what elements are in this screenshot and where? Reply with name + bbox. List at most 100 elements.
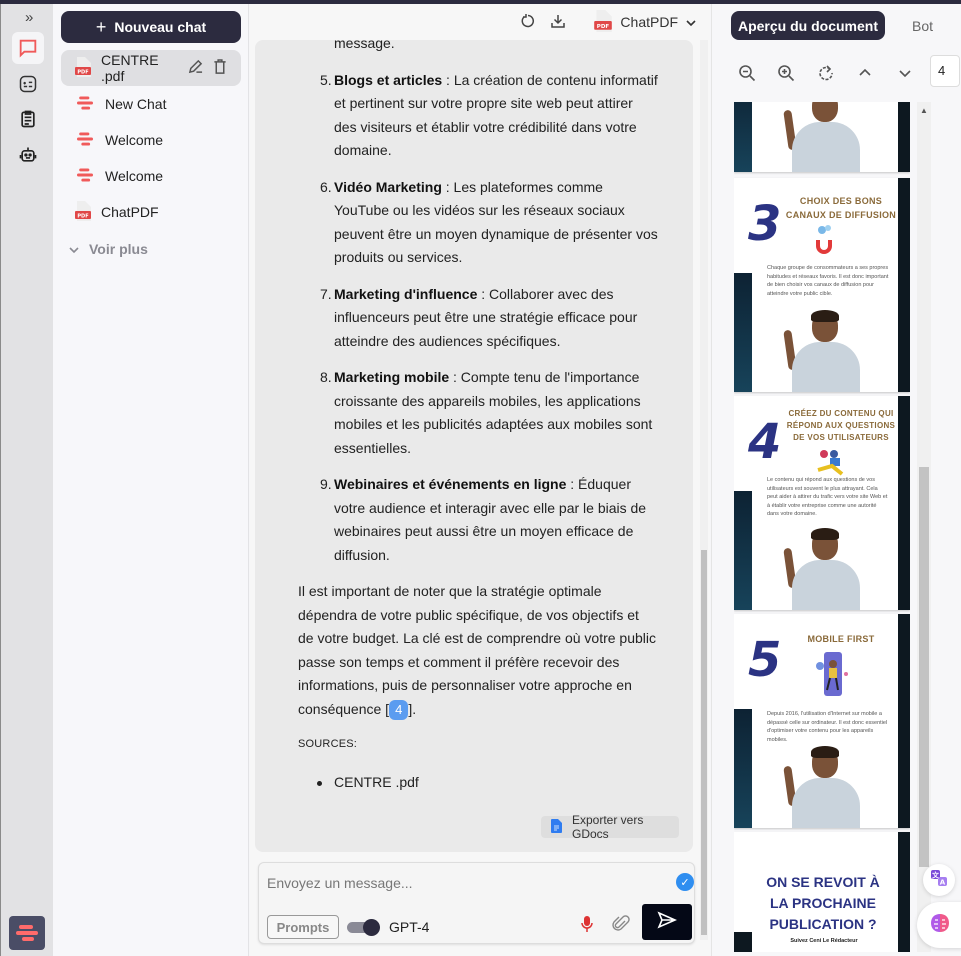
pdf-icon: PDF: [594, 9, 613, 35]
pdf-page[interactable]: ON SE REVOIT À LA PROCHAINE PUBLICATION …: [734, 832, 910, 952]
zoom-out-icon[interactable]: [738, 64, 756, 87]
svg-text:PDF: PDF: [597, 24, 610, 30]
page-section-number: 5: [748, 632, 782, 688]
page-title: ON SE REVOIT À LA PROCHAINE PUBLICATION …: [766, 874, 880, 932]
page-body: Le contenu qui répond aux questions de v…: [767, 477, 888, 517]
prompts-button[interactable]: Prompts: [267, 915, 339, 939]
chat-item-welcome[interactable]: Welcome: [61, 122, 241, 158]
citation-badge[interactable]: 4: [389, 699, 409, 720]
page-number-input[interactable]: 4: [930, 55, 960, 87]
source-item[interactable]: CENTRE .pdf: [298, 771, 658, 795]
message-input[interactable]: [267, 873, 657, 893]
chat-item-label: New Chat: [105, 96, 167, 112]
chat-logo-icon: [75, 95, 95, 114]
mobile-illustration-icon: [814, 650, 850, 703]
scroll-up-arrow[interactable]: ▲: [920, 106, 928, 115]
edit-icon[interactable]: [188, 59, 203, 77]
presenter-image: [780, 528, 870, 610]
list-item: 5. Blogs et articles : La création de con…: [320, 71, 658, 159]
pdf-icon: PDF: [75, 56, 91, 80]
conclusion-paragraph: Il est important de noter que la stratég…: [298, 580, 658, 721]
chevron-down-icon: [686, 14, 696, 30]
brain-icon: [928, 912, 952, 939]
tab-bot[interactable]: Bot: [912, 18, 933, 34]
new-chat-button[interactable]: + Nouveau chat: [61, 11, 241, 43]
assistant-message: message. 5. Blogs et articles : La créati…: [255, 40, 693, 852]
message-fragment: message.: [334, 40, 395, 51]
pdf-icon: PDF: [75, 200, 91, 224]
pdf-page[interactable]: 4 CRÉEZ DU CONTENU QUI RÉPOND AUX QUESTI…: [734, 396, 910, 610]
see-more-label: Voir plus: [89, 241, 148, 257]
svg-text:PDF: PDF: [77, 69, 88, 75]
chat-item-label: Welcome: [105, 168, 164, 184]
chat-main: PDF ChatPDF message. 5. Blogs et articles…: [250, 4, 710, 956]
pdf-pages: 3 CHOIX DES BONS CANAUX DE DIFFUSION Cha…: [734, 102, 910, 952]
tab-document-preview[interactable]: Aperçu du document: [731, 11, 885, 40]
ai-assistant-button[interactable]: [917, 902, 961, 948]
page-body: Suivez Ceni Le Rédacteur: [790, 938, 858, 944]
translate-button[interactable]: 文A: [923, 864, 955, 896]
download-icon[interactable]: [550, 13, 566, 32]
send-button[interactable]: [642, 904, 692, 940]
pdf-page[interactable]: 3 CHOIX DES BONS CANAUX DE DIFFUSION Cha…: [734, 178, 910, 392]
scrollbar-thumb[interactable]: [701, 550, 707, 935]
list-item: 6. Vidéo Marketing : Les plateformes comm…: [320, 178, 658, 266]
presenter-image: [780, 746, 870, 828]
page-section-number: 3: [748, 196, 782, 252]
bot-nav-icon[interactable]: [12, 139, 44, 171]
chat-scrollbar[interactable]: [700, 40, 708, 940]
pdf-page[interactable]: [734, 102, 910, 172]
chat-item-new-chat[interactable]: New Chat: [61, 86, 241, 122]
pdf-toolbar: [712, 64, 961, 84]
svg-text:PDF: PDF: [77, 213, 88, 219]
refresh-icon[interactable]: [520, 13, 536, 32]
svg-text:A: A: [940, 878, 946, 886]
presenter-image: [780, 102, 870, 172]
chat-item-centre-pdf[interactable]: PDF CENTRE .pdf: [61, 50, 241, 86]
chat-item-chatpdf[interactable]: PDF ChatPDF: [61, 194, 241, 230]
chat-item-welcome[interactable]: Welcome: [61, 158, 241, 194]
tools-nav-icon[interactable]: [12, 68, 44, 100]
scrollbar-thumb[interactable]: [919, 467, 929, 867]
page-body: Chaque groupe de consommateurs a ses pro…: [767, 265, 889, 297]
new-chat-label: Nouveau chat: [114, 19, 207, 35]
see-more-button[interactable]: Voir plus: [69, 241, 148, 257]
chat-item-label: CENTRE .pdf: [101, 52, 159, 84]
list-item: 9. Webinaires et événements en ligne : Éd…: [320, 476, 647, 563]
rotate-icon[interactable]: [817, 64, 835, 87]
microphone-icon[interactable]: [580, 915, 594, 938]
gpt4-toggle[interactable]: [347, 919, 381, 936]
plus-icon: +: [95, 16, 107, 37]
icon-rail: »: [0, 4, 53, 956]
document-panel: Aperçu du document Bot 4 3 CHOIX DES BON…: [711, 4, 961, 956]
expand-icon[interactable]: »: [25, 9, 33, 26]
page-title: CRÉEZ DU CONTENU QUI RÉPOND AUX QUESTION…: [786, 409, 896, 442]
export-gdocs-button[interactable]: Exporter vers GDocs: [541, 813, 679, 841]
chevron-up-icon[interactable]: [858, 64, 872, 87]
attach-icon[interactable]: [612, 915, 630, 938]
chat-logo-icon: [75, 167, 95, 186]
gdocs-icon: [551, 818, 562, 836]
model-name: ChatPDF: [620, 14, 678, 30]
message-body: message. 5. Blogs et articles : La créati…: [298, 40, 658, 794]
model-label: GPT-4: [389, 919, 430, 935]
list-item: 7. Marketing d'influence : Collaborer ave…: [320, 285, 638, 349]
app-logo[interactable]: [9, 916, 45, 950]
trash-icon[interactable]: [213, 59, 227, 77]
chat-sidebar: + Nouveau chat PDF CENTRE .pdf New Chat …: [53, 4, 249, 956]
translate-icon: 文A: [930, 869, 948, 892]
chevron-down-icon[interactable]: [898, 64, 912, 87]
pdf-page[interactable]: 5 MOBILE FIRST Depuis 2016, l'utilisatio…: [734, 614, 910, 828]
export-label: Exporter vers GDocs: [572, 813, 644, 841]
chevron-down-icon: [69, 241, 79, 257]
chat-nav-icon[interactable]: [12, 32, 44, 64]
pdf-scrollbar[interactable]: ▲: [917, 102, 931, 952]
chat-header: PDF ChatPDF: [250, 4, 710, 40]
clipboard-nav-icon[interactable]: [12, 103, 44, 135]
list-item: 8. Marketing mobile : Compte tenu de l'im…: [320, 369, 653, 456]
check-icon[interactable]: ✓: [676, 873, 694, 891]
send-icon: [657, 910, 677, 934]
model-selector[interactable]: PDF ChatPDF: [594, 9, 696, 35]
zoom-in-icon[interactable]: [777, 64, 795, 87]
page-body: Depuis 2016, l'utilisation d'Internet su…: [767, 711, 888, 743]
